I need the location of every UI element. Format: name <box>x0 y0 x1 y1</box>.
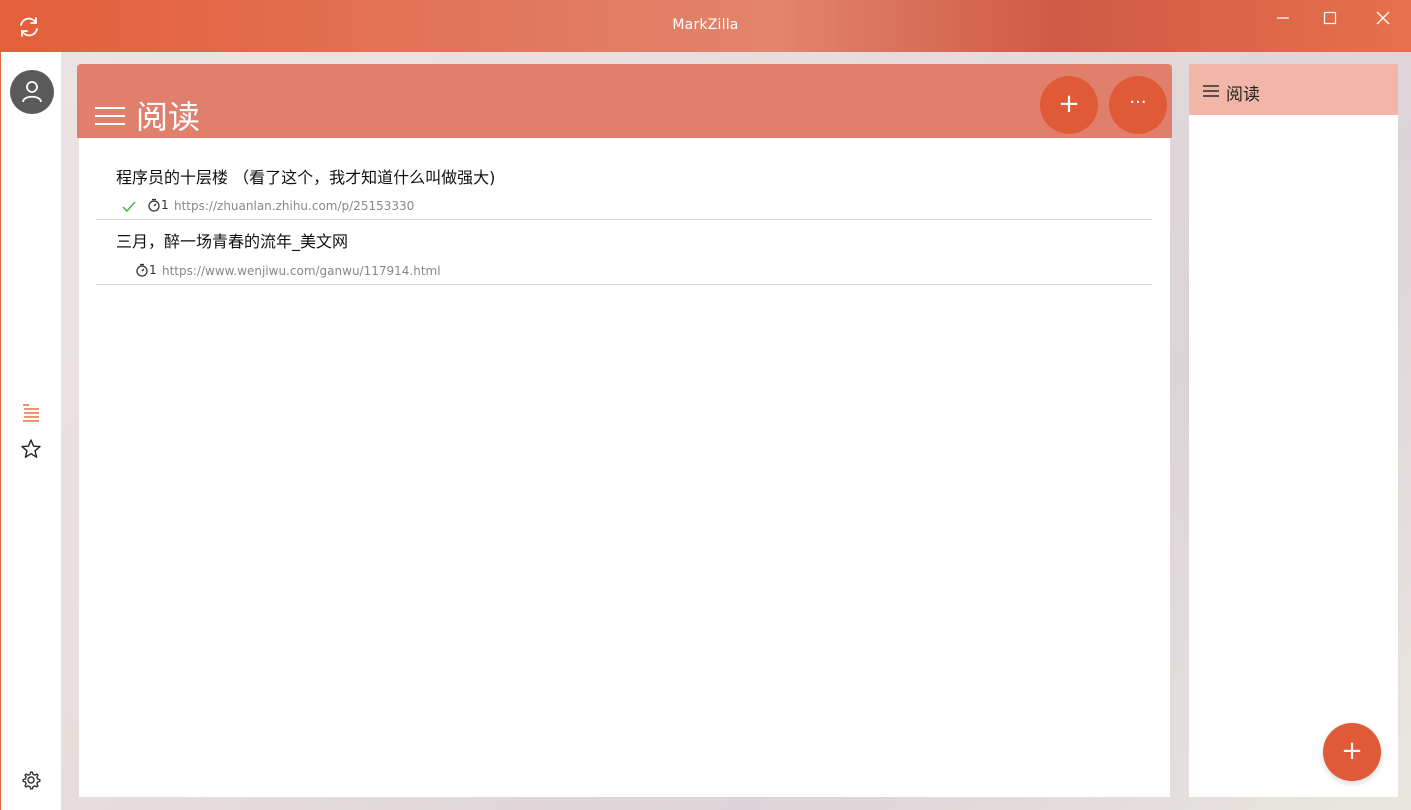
item-title: 程序员的十层楼 （看了这个，我才知道什么叫做强大) <box>116 168 496 187</box>
list-item[interactable]: 程序员的十层楼 （看了这个，我才知道什么叫做强大) 1 https://zhua… <box>96 156 1152 220</box>
avatar[interactable] <box>10 70 54 114</box>
gear-icon[interactable] <box>19 768 43 792</box>
add-button[interactable]: + <box>1040 76 1098 134</box>
star-icon[interactable] <box>19 437 43 461</box>
timer-icon <box>135 262 149 281</box>
hamburger-menu-icon[interactable] <box>1202 84 1220 103</box>
more-button[interactable]: ··· <box>1109 76 1167 134</box>
check-icon <box>122 198 136 217</box>
window-title: MarkZilla <box>672 17 739 33</box>
right-add-button[interactable]: + <box>1323 723 1381 781</box>
left-nav-bar <box>0 52 61 810</box>
more-icon: ··· <box>1129 92 1147 113</box>
close-button[interactable] <box>1360 0 1406 36</box>
item-title: 三月，醉一场青春的流年_美文网 <box>116 232 349 251</box>
timer-icon <box>147 197 161 216</box>
plus-icon: + <box>1341 736 1363 766</box>
right-panel: 阅读 <box>1189 64 1398 797</box>
main-header: 阅读 + ··· <box>77 64 1172 138</box>
item-url[interactable]: https://zhuanlan.zhihu.com/p/25153330 <box>174 199 414 213</box>
plus-icon: + <box>1058 89 1080 119</box>
list-icon[interactable] <box>19 400 43 424</box>
maximize-button[interactable] <box>1307 0 1353 36</box>
title-bar: MarkZilla <box>0 0 1411 52</box>
item-url[interactable]: https://www.wenjiwu.com/ganwu/117914.htm… <box>162 264 441 278</box>
visit-count: 1 <box>161 198 169 212</box>
list-item[interactable]: 三月，醉一场青春的流年_美文网 1 https://www.wenjiwu.co… <box>96 220 1152 285</box>
page-title: 阅读 <box>136 98 201 136</box>
hamburger-menu-icon[interactable] <box>94 106 126 134</box>
minimize-button[interactable] <box>1260 0 1306 36</box>
right-panel-header: 阅读 <box>1189 64 1398 115</box>
visit-count: 1 <box>149 263 157 277</box>
right-panel-title: 阅读 <box>1226 85 1260 105</box>
